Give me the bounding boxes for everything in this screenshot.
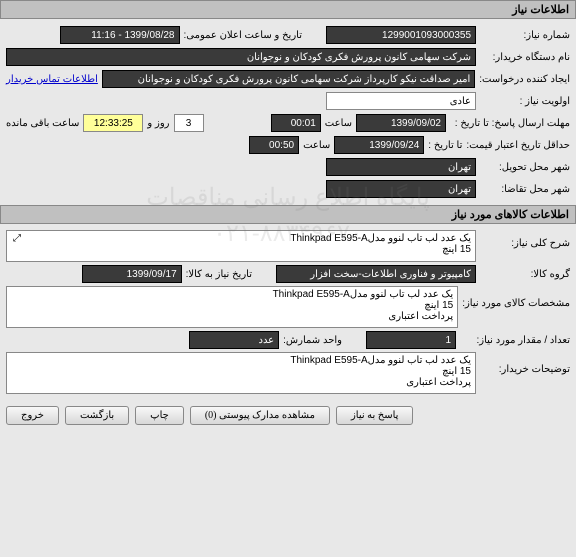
section-header-need-info: اطلاعات نیاز [0, 0, 576, 19]
label-desc: شرح کلی نیاز: [480, 230, 570, 249]
field-deadline-date: 1399/09/02 [356, 114, 446, 132]
field-validity-date: 1399/09/24 [334, 136, 424, 154]
label-qty: تعداد / مقدار مورد نیاز: [460, 335, 570, 346]
label-group: گروه کالا: [480, 269, 570, 280]
field-group: کامپیوتر و فناوری اطلاعات-سخت افزار [276, 265, 476, 283]
label-buyer-org: نام دستگاه خریدار: [480, 52, 570, 63]
field-days: 3 [174, 114, 204, 132]
field-validity-time: 00:50 [249, 136, 299, 154]
back-button[interactable]: بازگشت [65, 406, 129, 425]
label-demand-city: شهر محل تقاضا: [480, 184, 570, 195]
label-priority: اولویت نیاز : [480, 96, 570, 107]
label-time-1: ساعت [325, 118, 352, 129]
field-spec: یک عدد لب تاب لنوو مدلThinkpad E595-A 15… [6, 286, 458, 328]
field-request-no: 1299001093000355 [326, 26, 476, 44]
label-request-no: شماره نیاز: [480, 30, 570, 41]
label-delivery-city: شهر محل تحویل: [480, 162, 570, 173]
expand-icon[interactable]: ⤢ [13, 233, 21, 244]
field-priority: عادی [326, 92, 476, 110]
form-goods-info: شرح کلی نیاز: ⤢ یک عدد لب تاب لنوو مدلTh… [0, 224, 576, 400]
field-qty: 1 [366, 331, 456, 349]
label-remaining: ساعت باقی مانده [6, 118, 79, 129]
label-creator: ایجاد کننده درخواست: [479, 74, 570, 85]
field-remaining: 12:33:25 [83, 114, 143, 132]
label-need-date: تاریخ نیاز به کالا: [186, 269, 252, 280]
field-desc: ⤢ یک عدد لب تاب لنوو مدلThinkpad E595-A … [6, 230, 476, 262]
field-delivery-city: تهران [326, 158, 476, 176]
field-creator: امیر صداقت نیکو کارپرداز شرکت سهامی کانو… [102, 70, 475, 88]
field-announce: 1399/08/28 - 11:16 [60, 26, 180, 44]
button-bar: خروج بازگشت چاپ مشاهده مدارک پیوستی (0) … [0, 400, 576, 431]
field-need-date: 1399/09/17 [82, 265, 182, 283]
label-until: تا تاریخ : [428, 140, 462, 151]
print-button[interactable]: چاپ [135, 406, 184, 425]
label-buyer-notes: توضیحات خریدار: [480, 352, 570, 375]
label-days: روز و [147, 118, 169, 129]
exit-button[interactable]: خروج [6, 406, 59, 425]
field-unit: عدد [189, 331, 279, 349]
label-spec: مشخصات کالای مورد نیاز: [462, 286, 570, 309]
label-time-2: ساعت [303, 140, 330, 151]
label-deadline: مهلت ارسال پاسخ: تا تاریخ : [450, 118, 570, 129]
field-deadline-time: 00:01 [271, 114, 321, 132]
label-validity: حداقل تاریخ اعتبار قیمت: [466, 140, 570, 151]
section-header-goods-info: اطلاعات کالاهای مورد نیاز [0, 205, 576, 224]
form-need-info: شماره نیاز: 1299001093000355 تاریخ و ساع… [0, 19, 576, 205]
field-buyer-org: شرکت سهامی کانون پرورش فکری کودکان و نوج… [6, 48, 476, 66]
attachments-button[interactable]: مشاهده مدارک پیوستی (0) [190, 406, 330, 425]
field-buyer-notes: یک عدد لب تاب لنوو مدلThinkpad E595-A 15… [6, 352, 476, 394]
label-unit: واحد شمارش: [283, 335, 342, 346]
label-announce: تاریخ و ساعت اعلان عمومی: [184, 30, 303, 41]
field-demand-city: تهران [326, 180, 476, 198]
link-buyer-contact[interactable]: اطلاعات تماس خریدار [6, 74, 98, 85]
respond-button[interactable]: پاسخ به نیاز [336, 406, 414, 425]
